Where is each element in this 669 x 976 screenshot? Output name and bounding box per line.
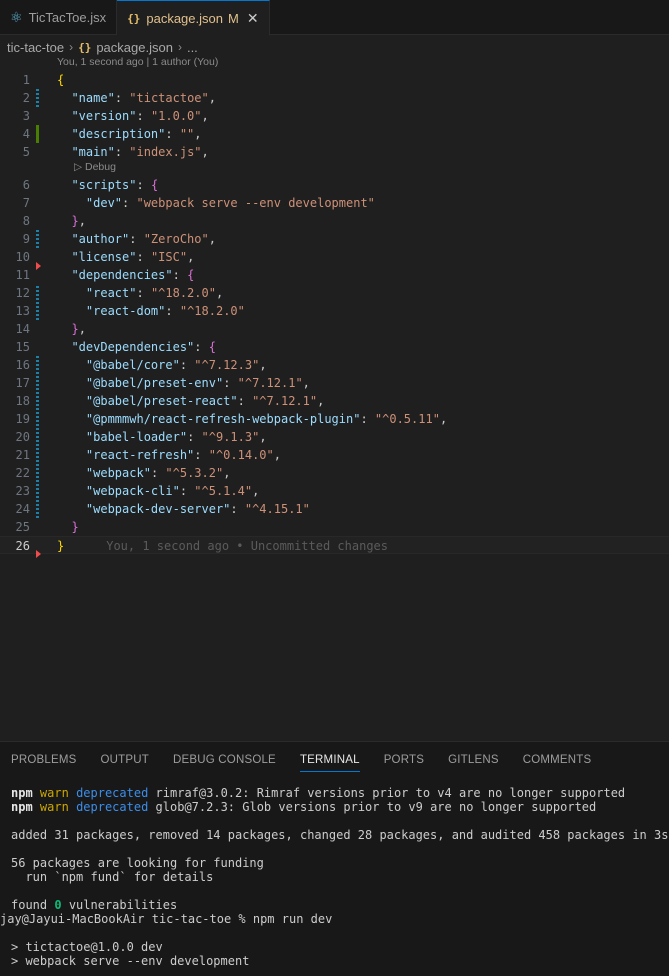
code-line: 5 "main": "index.js", [22,145,209,159]
react-icon: ⚛ [10,9,23,25]
tab-comments[interactable]: COMMENTS [523,742,592,778]
code-line: 9 "author": "ZeroCho", [22,232,216,246]
json-icon: {} [78,40,92,54]
terminal-line: added 31 packages, removed 14 packages, … [11,828,669,842]
tab-ports[interactable]: PORTS [384,742,424,778]
breadcrumb-folder[interactable]: tic-tac-toe [7,40,64,55]
inline-blame[interactable]: You, 1 second ago • Uncommitted changes [106,539,388,553]
code-line: 16 "@babel/core": "^7.12.3", [15,358,267,372]
code-line: 20 "babel-loader": "^9.1.3", [15,430,267,444]
terminal-line: run `npm fund` for details [11,870,214,884]
code-line: 22 "webpack": "^5.3.2", [15,466,231,480]
code-line: 12 "react": "^18.2.0", [15,286,224,300]
terminal-line: npm warn deprecated glob@7.2.3: Glob ver… [11,800,597,814]
code-line: 19 "@pmmmwh/react-refresh-webpack-plugin… [15,412,448,426]
gutter-deleted-marker[interactable] [36,550,41,558]
tab-gitlens[interactable]: GITLENS [448,742,499,778]
modified-badge: M [227,10,239,26]
breadcrumb-more[interactable]: ... [187,40,198,55]
code-line: 7 "dev": "webpack serve --env developmen… [22,196,375,210]
code-line-current: 26} You, 1 second ago • Uncommitted chang… [0,536,669,554]
code-line: 3 "version": "1.0.0", [22,109,209,123]
code-line: 15 "devDependencies": { [15,340,216,354]
code-line: 14 }, [15,322,86,336]
terminal-line: > tictactoe@1.0.0 dev [11,940,163,954]
terminal-line: 56 packages are looking for funding [11,856,264,870]
terminal-prompt-line: jay@Jayui-MacBookAir tic-tac-toe % npm r… [0,912,333,926]
code-line: 21 "react-refresh": "^0.14.0", [15,448,281,462]
breadcrumb-file[interactable]: package.json [96,40,173,55]
code-line: 2 "name": "tictactoe", [22,91,216,105]
tab-tictactoe-jsx[interactable]: ⚛ TicTacToe.jsx [0,0,118,35]
chevron-right-icon: › [69,40,74,54]
close-icon[interactable]: ✕ [247,10,259,27]
tab-terminal[interactable]: TERMINAL [299,742,360,778]
tab-label: TicTacToe.jsx [28,10,107,25]
terminal-line: npm warn deprecated rimraf@3.0.2: Rimraf… [11,786,626,800]
code-line: 23 "webpack-cli": "^5.1.4", [15,484,260,498]
code-line: 13 "react-dom": "^18.2.0" [15,304,245,318]
tab-package-json[interactable]: {} package.json M ✕ [117,0,270,36]
tab-problems[interactable]: PROBLEMS [11,742,77,778]
panel-tabs: PROBLEMS OUTPUT DEBUG CONSOLE TERMINAL P… [0,742,604,778]
terminal-blank [0,814,669,828]
code-editor[interactable]: You, 1 second ago | 1 author (You) 1{ 2 … [0,54,669,740]
editor-tab-bar: ⚛ TicTacToe.jsx {} package.json M ✕ [0,0,669,36]
json-icon: {} [127,11,141,25]
play-icon: ▷ [74,161,85,173]
terminal-line: > webpack serve --env development [11,954,250,968]
terminal-blank [0,842,669,856]
code-line: 24 "webpack-dev-server": "^4.15.1" [15,502,310,516]
terminal-output[interactable]: npm warn deprecated rimraf@3.0.2: Rimraf… [0,786,669,968]
bottom-panel: PROBLEMS OUTPUT DEBUG CONSOLE TERMINAL P… [0,741,669,976]
code-line: 4 "description": "", [22,127,202,141]
debug-codelens[interactable]: ▷ Debug [74,160,116,174]
terminal-blank [0,884,669,898]
git-blame-header[interactable]: You, 1 second ago | 1 author (You) [57,56,218,68]
code-line: 8 }, [22,214,86,228]
code-line: 11 "dependencies": { [15,268,195,282]
code-line: 17 "@babel/preset-env": "^7.12.1", [15,376,310,390]
tab-debug-console[interactable]: DEBUG CONSOLE [173,742,276,778]
code-line: 1{ [22,73,65,87]
terminal-line: found 0 vulnerabilities [11,898,178,912]
code-line: 10 "license": "ISC", [15,250,195,264]
tab-output[interactable]: OUTPUT [101,742,149,778]
chevron-right-icon: › [177,40,182,54]
code-line: 6 "scripts": { [22,178,159,192]
code-line: 25 } [15,520,79,534]
tab-label: package.json [146,10,223,26]
code-line: 18 "@babel/preset-react": "^7.12.1", [15,394,325,408]
terminal-blank [0,926,669,940]
